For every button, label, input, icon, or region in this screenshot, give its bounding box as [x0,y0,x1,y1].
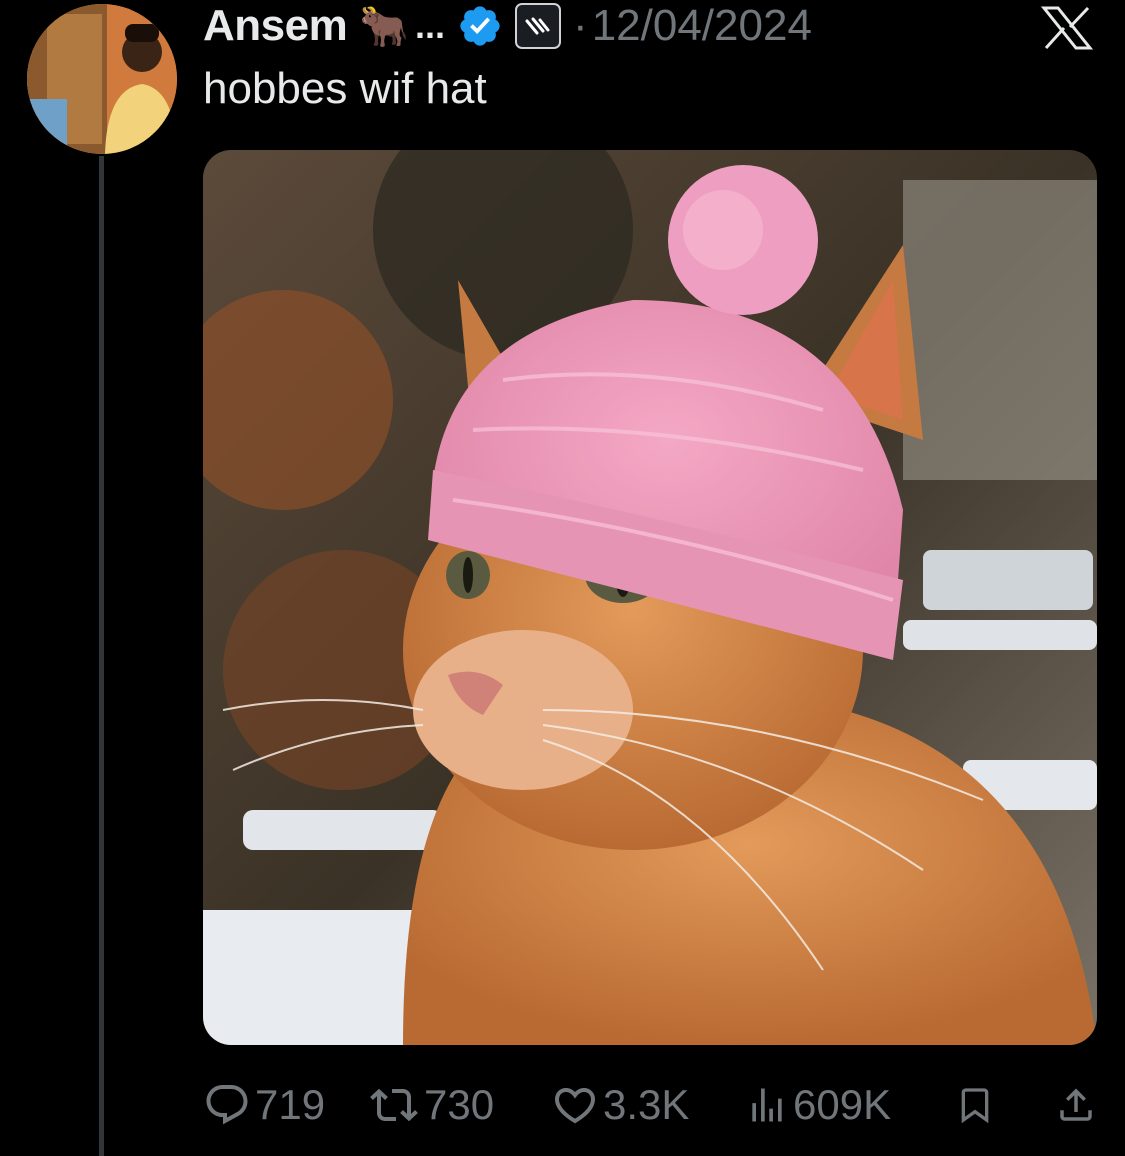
views-chart-icon [752,1088,782,1122]
thread-connector-line [99,156,104,1156]
bookmark-icon [961,1088,989,1124]
reply-button[interactable]: 719 [203,1075,325,1135]
cat-in-pink-hat-photo [203,150,1097,1045]
views-count: 609K [793,1081,892,1128]
heart-icon [554,1088,596,1124]
avatar-image [27,4,177,154]
share-icon [1060,1088,1092,1121]
repost-button[interactable]: 730 [368,1075,494,1135]
like-button[interactable]: 3.3K [551,1075,689,1135]
tweet-header: Ansem 🐂 ... · 12/04/2024 [203,0,812,52]
bookmark-button[interactable] [955,1075,995,1135]
author-name[interactable]: Ansem [203,1,348,51]
tweet-date[interactable]: 12/04/2024 [592,1,812,51]
name-ellipsis: ... [415,5,446,46]
separator-dot: · [573,1,588,50]
like-count: 3.3K [603,1081,690,1128]
reply-count: 719 [255,1081,326,1128]
share-button[interactable] [1055,1075,1097,1135]
reply-icon [206,1085,248,1125]
repost-icon [370,1088,418,1122]
affiliate-badge-icon[interactable] [515,3,562,49]
repost-count: 730 [424,1081,495,1128]
author-emoji: 🐂 [359,4,410,49]
tweet-text: hobbes wif hat [203,64,487,113]
x-logo-icon [1040,6,1094,50]
views-button[interactable]: 609K [745,1075,891,1135]
tweet-image[interactable] [203,150,1097,1045]
author-avatar[interactable] [27,4,177,154]
verified-badge-icon[interactable] [457,3,503,49]
tweet-action-bar: 719 730 3.3K 609K [203,1075,1097,1135]
